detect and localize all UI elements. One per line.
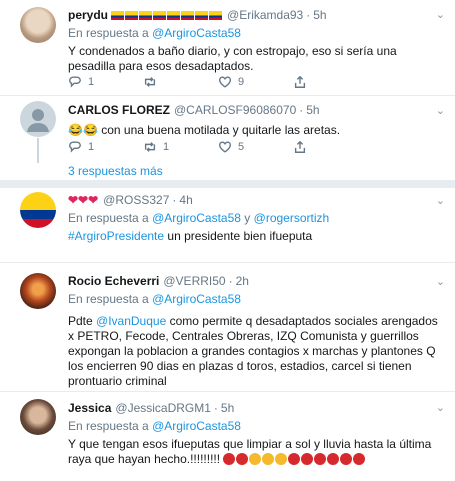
avatar[interactable] <box>20 192 56 228</box>
reply-icon <box>69 76 81 88</box>
mention-link[interactable]: @ArgiroCasta58 <box>152 292 241 306</box>
tweet-rocio-echeverri[interactable]: Rocio Echeverri @VERRI50 · 2h En respues… <box>0 263 455 390</box>
share-icon <box>294 75 306 88</box>
author-handle[interactable]: @JessicaDRGM1 <box>115 401 211 416</box>
tweet-carlos-florez[interactable]: CARLOS FLOREZ @CARLOSF96086070 · 5h 😂😂 c… <box>0 96 455 158</box>
chevron-down-icon[interactable]: ⌄ <box>436 104 445 117</box>
author-handle[interactable]: @VERRI50 <box>163 274 225 289</box>
mention-link[interactable]: @IvanDuque <box>96 314 166 328</box>
author-name[interactable]: perydu <box>68 8 108 23</box>
reply-context: En respuesta a @ArgiroCasta58 <box>68 26 241 40</box>
avatar[interactable] <box>20 399 56 435</box>
author-handle[interactable]: @ROSS327 <box>103 193 169 208</box>
chevron-down-icon[interactable]: ⌄ <box>436 275 445 288</box>
hashtag-link[interactable]: #ArgiroPresidente <box>68 229 164 243</box>
mention-link[interactable]: @ArgiroCasta58 <box>152 211 241 225</box>
tweet-jessica[interactable]: Jessica @JessicaDRGM1 · 5h En respuesta … <box>0 392 455 481</box>
like-button[interactable]: 5 <box>218 140 293 154</box>
chevron-down-icon[interactable]: ⌄ <box>436 194 445 207</box>
avatar[interactable] <box>20 7 56 43</box>
like-button[interactable]: 9 <box>218 75 293 89</box>
share-button[interactable] <box>293 75 368 89</box>
angry-emoji-row <box>223 452 366 466</box>
tweet-ross327[interactable]: ❤❤❤ @ROSS327 · 4h En respuesta a @Argiro… <box>0 188 455 258</box>
timestamp[interactable]: 5h <box>306 103 319 118</box>
tweet-perydu[interactable]: perydu @Erikamda93 · 5h En respuesta a @… <box>0 0 455 95</box>
timestamp[interactable]: 5h <box>313 8 326 23</box>
timestamp[interactable]: 4h <box>179 193 192 208</box>
mention-link[interactable]: @rogersortizh <box>254 211 330 225</box>
author-name[interactable]: Rocio Echeverri <box>68 274 159 289</box>
author-handle[interactable]: @CARLOSF96086070 <box>174 103 296 118</box>
thread-separator <box>0 180 455 188</box>
timestamp[interactable]: 5h <box>221 401 234 416</box>
retweet-icon <box>144 77 156 87</box>
heart-icon <box>219 76 231 88</box>
reply-button[interactable]: 1 <box>68 140 143 154</box>
tweet-text: Pdte @IvanDuque como permite q desadapta… <box>68 314 438 388</box>
reply-context: En respuesta a @ArgiroCasta58 <box>68 292 241 306</box>
mention-link[interactable]: @ArgiroCasta58 <box>152 419 241 433</box>
author-name[interactable]: CARLOS FLOREZ <box>68 103 170 118</box>
author-name[interactable]: ❤❤❤ <box>68 193 98 208</box>
show-more-replies-link[interactable]: 3 respuestas más <box>68 164 163 178</box>
mention-link[interactable]: @ArgiroCasta58 <box>152 26 241 40</box>
reply-button[interactable]: 1 <box>68 75 143 89</box>
chevron-down-icon[interactable]: ⌄ <box>436 8 445 21</box>
timestamp[interactable]: 2h <box>236 274 249 289</box>
flag-icons <box>111 11 223 20</box>
author-handle[interactable]: @Erikamda93 <box>227 8 303 23</box>
tweet-text: Y que tengan esos ifueputas que limpiar … <box>68 437 432 466</box>
author-name[interactable]: Jessica <box>68 401 111 416</box>
share-icon <box>294 140 306 153</box>
avatar[interactable] <box>20 273 56 309</box>
reply-context: En respuesta a @ArgiroCasta58 y @rogerso… <box>68 211 330 225</box>
retweet-button[interactable]: 1 <box>143 140 218 154</box>
retweet-button[interactable] <box>143 75 218 89</box>
retweet-icon <box>144 142 156 152</box>
reply-context: En respuesta a @ArgiroCasta58 <box>68 419 241 433</box>
avatar[interactable] <box>20 101 56 137</box>
laughing-emoji: 😂😂 <box>68 123 98 137</box>
chevron-down-icon[interactable]: ⌄ <box>436 401 445 414</box>
tweet-text: 😂😂 con una buena motilada y quitarle las… <box>68 123 341 137</box>
share-button[interactable] <box>293 140 368 154</box>
tweet-text: #ArgiroPresidente un presidente bien ifu… <box>68 229 313 243</box>
tweet-text: Y condenados a baño diario, y con estrop… <box>68 44 397 73</box>
heart-icon <box>219 141 231 153</box>
reply-icon <box>69 141 81 153</box>
